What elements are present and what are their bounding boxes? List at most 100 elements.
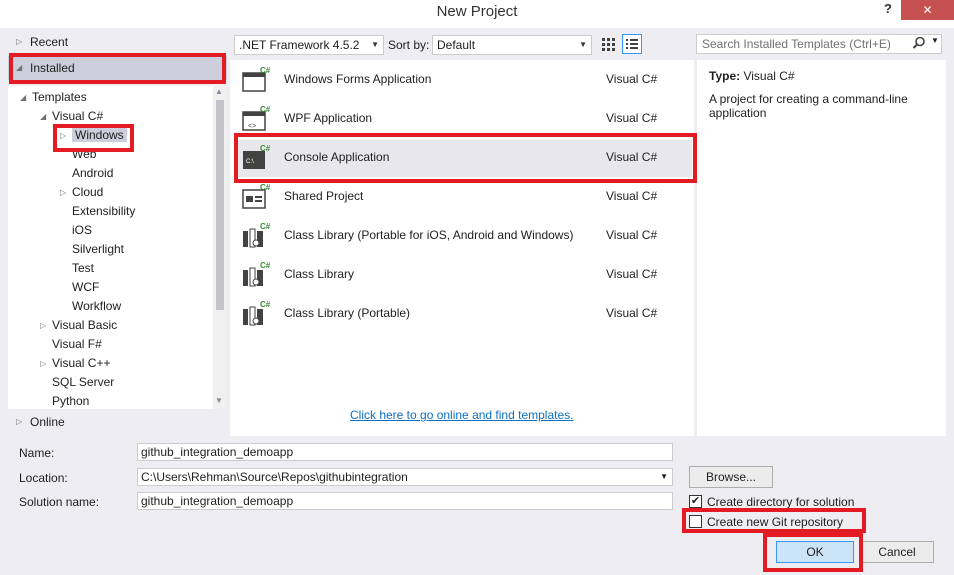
- create-directory-label: Create directory for solution: [707, 495, 855, 509]
- tree-item[interactable]: SQL Server: [52, 373, 114, 392]
- tree-item-label: WCF: [72, 280, 100, 294]
- tree-scroll-thumb[interactable]: [216, 100, 224, 310]
- tree-item-label: Visual C++: [52, 356, 111, 370]
- template-name: Class Library (Portable for iOS, Android…: [284, 228, 574, 242]
- template-row[interactable]: C# Shared Project Visual C#: [234, 179, 692, 216]
- help-button[interactable]: ?: [878, 1, 898, 21]
- online-templates-link[interactable]: Click here to go online and find templat…: [350, 408, 573, 422]
- checkmark-icon: ✔: [690, 495, 701, 507]
- highlight-installed: [9, 53, 226, 84]
- nav-online[interactable]: ▷ Online: [8, 410, 227, 434]
- tree-item[interactable]: Android: [72, 164, 113, 183]
- tree-item[interactable]: ▷ Visual Basic: [40, 316, 118, 335]
- tree-item-label: Visual C#: [52, 109, 104, 123]
- tree-item-label: SQL Server: [52, 375, 115, 389]
- class-library-icon: C#: [240, 260, 271, 290]
- svg-text:C#: C#: [260, 261, 271, 270]
- close-button[interactable]: ✕: [901, 0, 954, 20]
- collapse-arrow-icon[interactable]: ◢: [20, 88, 26, 107]
- tree-item[interactable]: Silverlight: [72, 240, 124, 259]
- location-input[interactable]: C:\Users\Rehman\Source\Repos\githubinteg…: [137, 468, 673, 486]
- class-library-icon: C#: [240, 221, 271, 251]
- template-name: Class Library (Portable): [284, 306, 411, 320]
- tree-item[interactable]: Extensibility: [72, 202, 135, 221]
- expand-arrow-icon[interactable]: ▷: [40, 354, 46, 373]
- template-row[interactable]: C# Class Library (Portable) Visual C#: [234, 296, 692, 333]
- name-label: Name:: [19, 446, 55, 460]
- tree-item[interactable]: ◢ Templates: [20, 88, 87, 107]
- search-options-arrow-icon[interactable]: ▼: [931, 36, 939, 45]
- sort-value: Default: [437, 38, 476, 52]
- dropdown-arrow-icon: ▼: [579, 40, 587, 49]
- tree-item-label: Templates: [32, 90, 87, 104]
- solution-name-input[interactable]: github_integration_demoapp: [137, 492, 673, 510]
- scroll-down-icon[interactable]: ▼: [215, 396, 223, 405]
- nav-recent-label: Recent: [30, 35, 69, 49]
- location-value: C:\Users\Rehman\Source\Repos\githubinteg…: [141, 470, 408, 484]
- window-title: New Project: [436, 3, 518, 20]
- template-language: Visual C#: [606, 72, 658, 86]
- svg-text:C#: C#: [260, 66, 271, 75]
- expand-arrow-icon[interactable]: ▷: [60, 183, 66, 202]
- cancel-button[interactable]: Cancel: [860, 541, 934, 563]
- title-bar: New Project ? ✕: [0, 0, 954, 28]
- dropdown-arrow-icon[interactable]: ▼: [660, 469, 668, 485]
- solution-name-label: Solution name:: [19, 495, 100, 509]
- dropdown-arrow-icon: ▼: [371, 40, 379, 49]
- tree-item-label: Cloud: [72, 185, 104, 199]
- location-label: Location:: [19, 471, 68, 485]
- tree-item-label: Android: [72, 166, 114, 180]
- template-row[interactable]: C# Class Library Visual C#: [234, 257, 692, 294]
- type-value: Visual C#: [743, 69, 795, 83]
- template-name: Shared Project: [284, 189, 364, 203]
- template-name: Windows Forms Application: [284, 72, 432, 86]
- scroll-up-icon[interactable]: ▲: [215, 87, 223, 96]
- tree-item-label: Python: [52, 394, 90, 408]
- template-row[interactable]: C# Class Library (Portable for iOS, Andro…: [234, 218, 692, 255]
- expand-arrow-icon: ▷: [16, 417, 23, 426]
- tree-item-label: Visual Basic: [52, 318, 118, 332]
- tree-scrollbar[interactable]: ▲ ▼: [213, 86, 227, 409]
- tree-item[interactable]: ▷ Cloud: [60, 183, 104, 202]
- create-directory-checkbox[interactable]: ✔: [689, 495, 702, 508]
- tree-item-label: iOS: [72, 223, 93, 237]
- type-label: Type:: [709, 69, 741, 83]
- description-type: Type: Visual C#: [709, 69, 934, 83]
- class-library-icon: C#: [240, 299, 271, 329]
- expand-arrow-icon[interactable]: ▷: [40, 316, 46, 335]
- framework-select[interactable]: .NET Framework 4.5.2 ▼: [234, 35, 384, 55]
- tree-item-label: Silverlight: [72, 242, 125, 256]
- wpf-icon: <> C#: [240, 104, 271, 134]
- tree-item[interactable]: Test: [72, 259, 94, 278]
- new-project-dialog: ▷ Recent ◢ Installed ▲ ▼ ◢ Templates ◢ Visu…: [0, 28, 954, 575]
- template-language: Visual C#: [606, 267, 658, 281]
- tree-item[interactable]: Visual F#: [52, 335, 102, 354]
- tree-item[interactable]: Python: [52, 392, 89, 409]
- tree-item-label: Extensibility: [72, 204, 136, 218]
- svg-text:C#: C#: [260, 183, 271, 192]
- list-view-icon[interactable]: [622, 34, 642, 54]
- collapse-arrow-icon[interactable]: ◢: [40, 107, 46, 126]
- nav-recent[interactable]: ▷ Recent: [8, 30, 227, 54]
- tree-item[interactable]: Workflow: [72, 297, 121, 316]
- small-icons-view-icon[interactable]: [598, 34, 618, 54]
- template-language: Visual C#: [606, 228, 658, 242]
- template-row[interactable]: C# Windows Forms Application Visual C#: [234, 62, 692, 99]
- tree-item-label: Visual F#: [52, 337, 102, 351]
- tree-item[interactable]: ▷ Visual C++: [40, 354, 111, 373]
- template-list: Click here to go online and find templat…: [230, 60, 694, 436]
- tree-item[interactable]: WCF: [72, 278, 99, 297]
- tree-item[interactable]: iOS: [72, 221, 92, 240]
- left-nav-pane: ▷ Recent ◢ Installed ▲ ▼ ◢ Templates ◢ Visu…: [8, 30, 227, 436]
- highlight-windows: [53, 124, 134, 152]
- browse-button[interactable]: Browse...: [689, 466, 773, 488]
- sort-select[interactable]: Default ▼: [432, 35, 592, 55]
- search-icon[interactable]: [912, 36, 926, 50]
- search-input[interactable]: Search Installed Templates (Ctrl+E): [696, 34, 942, 54]
- highlight-git-repository: [682, 508, 866, 533]
- template-language: Visual C#: [606, 111, 658, 125]
- svg-text:<>: <>: [248, 123, 256, 130]
- winforms-icon: C#: [240, 65, 271, 95]
- svg-text:C#: C#: [260, 222, 271, 231]
- name-input[interactable]: github_integration_demoapp: [137, 443, 673, 461]
